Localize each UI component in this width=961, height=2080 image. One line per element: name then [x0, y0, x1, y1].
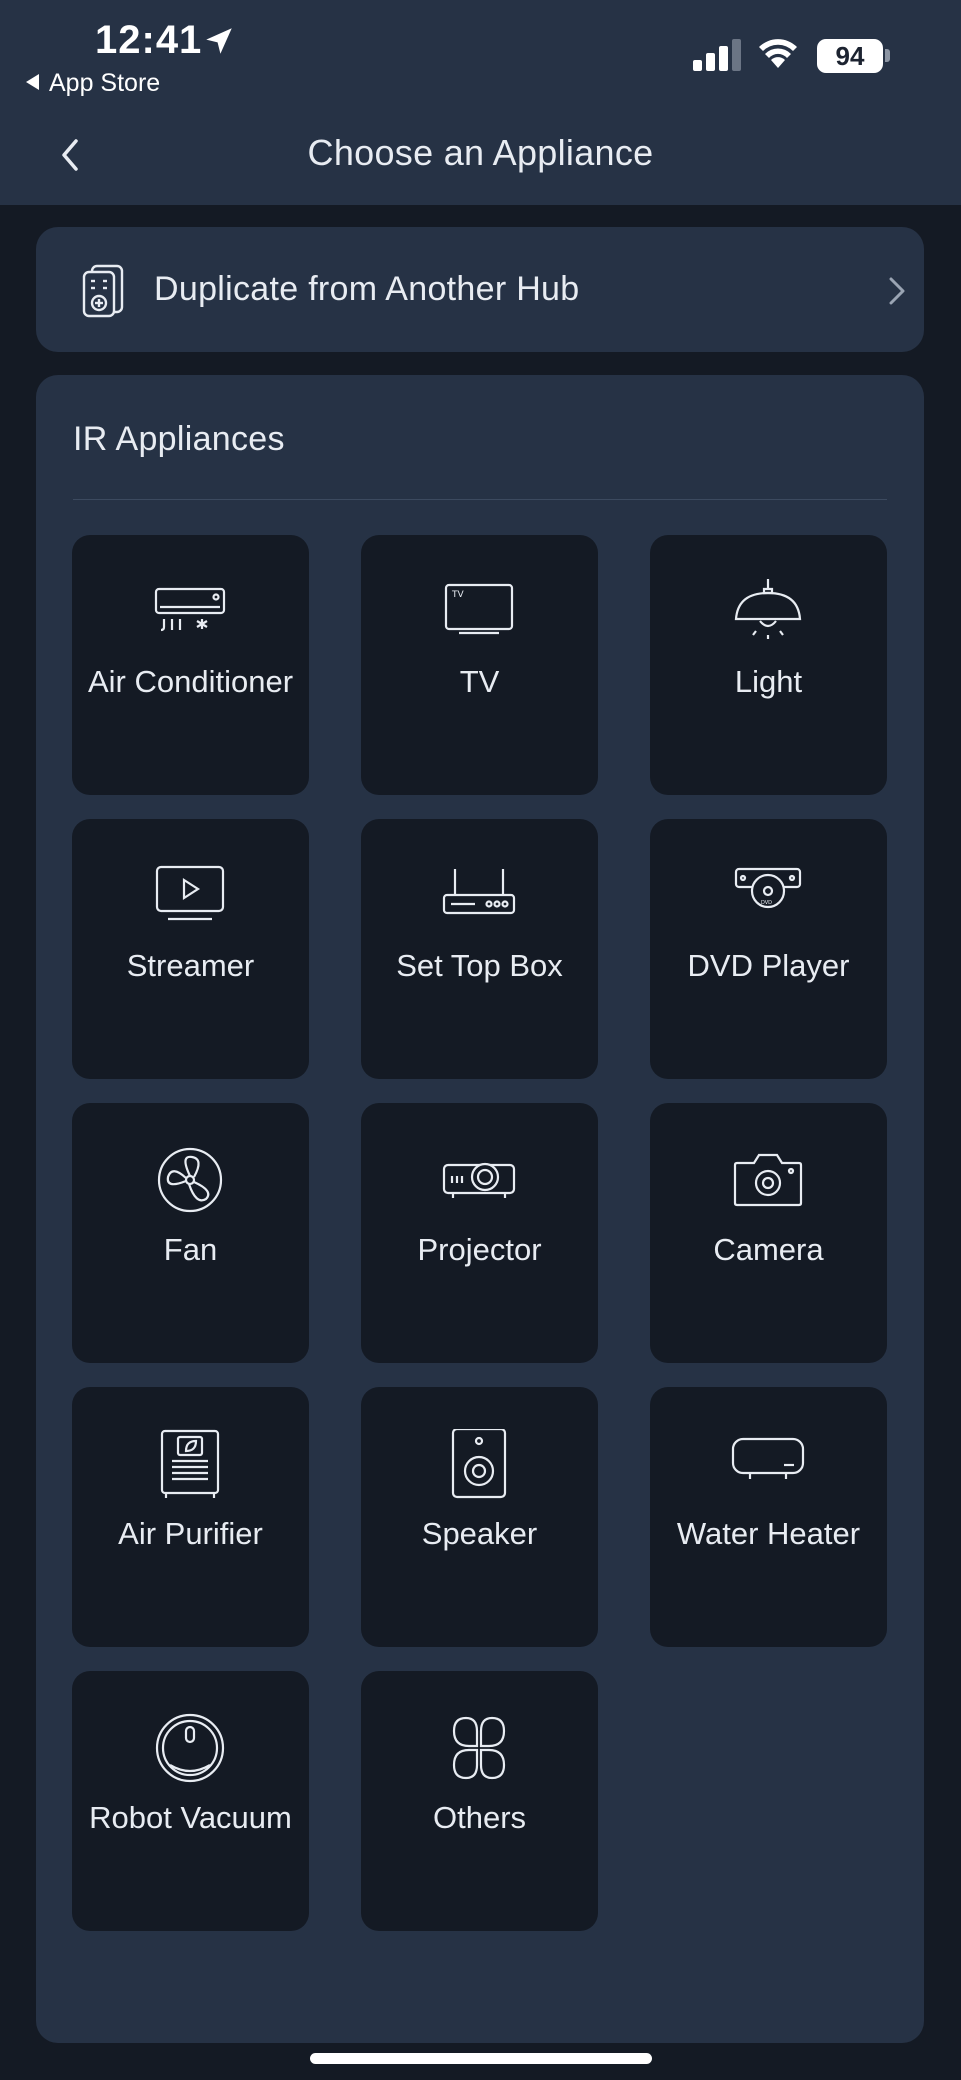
status-time: 12:41	[95, 18, 203, 62]
air-conditioner-icon	[154, 587, 226, 632]
appliance-label: Streamer	[126, 948, 255, 983]
top-bar: 12:41 App Store 94 Choose an Appliance	[0, 0, 961, 205]
others-icon	[452, 1716, 506, 1780]
appliance-label: DVD Player	[687, 948, 850, 983]
appliance-label: Fan	[163, 1232, 218, 1267]
svg-text:DVD: DVD	[761, 900, 772, 906]
appliance-label: Set Top Box	[396, 948, 563, 983]
dvd-player-icon: DVD	[734, 867, 802, 909]
appliance-label: TV	[459, 664, 500, 699]
appliance-label: Air Conditioner	[87, 664, 294, 699]
back-app-label: App Store	[49, 69, 161, 97]
divider	[73, 499, 887, 500]
appliance-streamer[interactable]: Streamer	[72, 819, 309, 1079]
appliance-fan[interactable]: Fan	[72, 1103, 309, 1363]
home-indicator[interactable]	[310, 2053, 652, 2064]
appliance-label: Camera	[713, 1232, 824, 1267]
appliance-robot-vacuum[interactable]: Robot Vacuum	[72, 1671, 309, 1931]
appliance-label: Light	[734, 664, 803, 699]
tv-icon: TV	[444, 583, 514, 635]
svg-text:TV: TV	[451, 590, 464, 600]
duplicate-from-hub-button[interactable]: Duplicate from Another Hub	[36, 227, 924, 352]
appliance-air-conditioner[interactable]: Air Conditioner	[72, 535, 309, 795]
air-purifier-icon	[160, 1429, 220, 1498]
page-title: Choose an Appliance	[307, 132, 654, 173]
appliance-dvd-player[interactable]: DVD DVD Player	[650, 819, 887, 1079]
appliance-label: Others	[432, 1800, 527, 1835]
appliance-water-heater[interactable]: Water Heater	[650, 1387, 887, 1647]
appliance-label: Water Heater	[676, 1516, 861, 1551]
chevron-right-icon	[889, 277, 905, 305]
speaker-icon	[451, 1429, 507, 1499]
appliance-air-purifier[interactable]: Air Purifier	[72, 1387, 309, 1647]
wifi-icon	[759, 39, 797, 68]
appliance-label: Air Purifier	[118, 1516, 263, 1551]
appliance-projector[interactable]: Projector	[361, 1103, 598, 1363]
projector-icon	[442, 1162, 516, 1198]
set-top-box-icon	[442, 869, 516, 915]
back-to-app-store[interactable]: App Store	[26, 69, 160, 98]
water-heater-icon	[731, 1437, 805, 1479]
light-icon	[734, 579, 802, 639]
battery-nub	[885, 49, 890, 62]
appliance-camera[interactable]: Camera	[650, 1103, 887, 1363]
appliance-tv[interactable]: TV TV	[361, 535, 598, 795]
ir-section-title: IR Appliances	[73, 420, 285, 458]
appliance-others[interactable]: Others	[361, 1671, 598, 1931]
duplicate-label: Duplicate from Another Hub	[154, 270, 580, 308]
appliance-label: Robot Vacuum	[89, 1800, 292, 1835]
appliance-label: Speaker	[421, 1516, 538, 1551]
remote-duplicate-icon	[82, 264, 124, 318]
back-triangle-icon	[26, 74, 39, 90]
robot-vacuum-icon	[155, 1713, 225, 1783]
ir-appliances-section: IR Appliances Air Conditioner TV TV Ligh…	[36, 375, 924, 2043]
appliance-speaker[interactable]: Speaker	[361, 1387, 598, 1647]
location-arrow-icon	[206, 28, 232, 54]
appliance-set-top-box[interactable]: Set Top Box	[361, 819, 598, 1079]
streamer-icon	[155, 865, 225, 921]
camera-icon	[733, 1153, 803, 1207]
appliance-light[interactable]: Light	[650, 535, 887, 795]
cellular-signal-icon	[693, 39, 741, 71]
fan-icon	[157, 1147, 223, 1213]
appliance-label: Projector	[417, 1232, 542, 1267]
battery-indicator: 94	[817, 39, 883, 73]
